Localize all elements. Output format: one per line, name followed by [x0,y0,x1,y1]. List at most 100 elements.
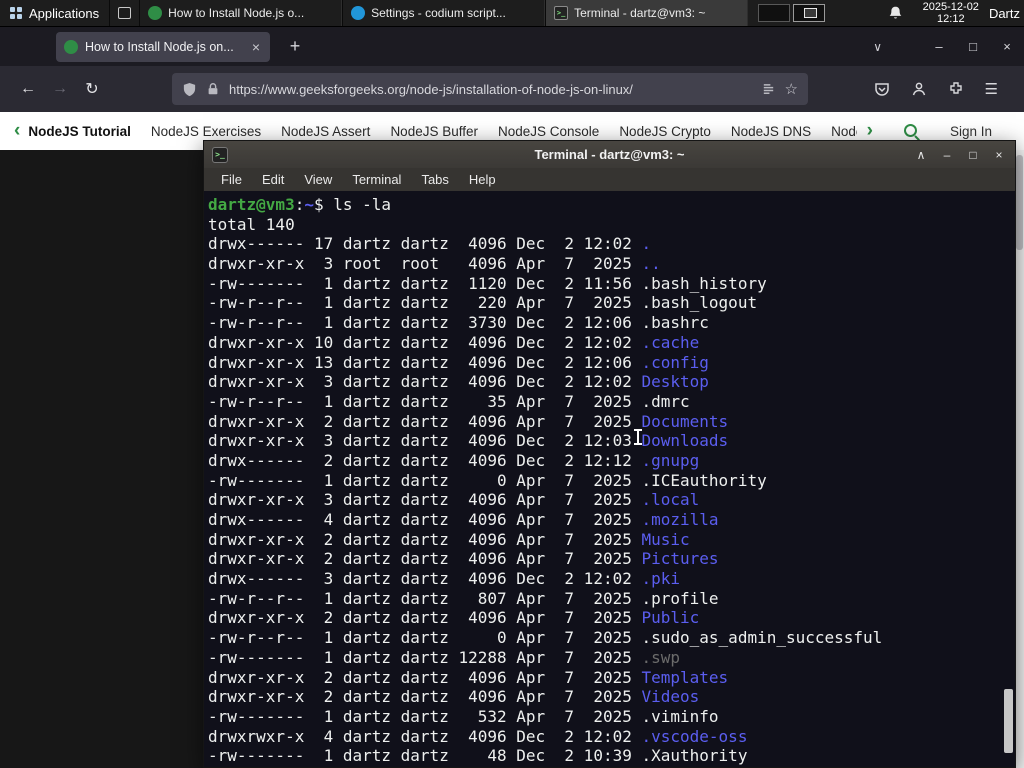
site-nav-item[interactable]: NodeJS DNS [731,124,811,139]
site-nav-right: › Sign In [867,120,1010,142]
panel-spacer [825,0,878,26]
terminal-ls-row: drwxr-xr-x 3 root root 4096 Apr 7 2025 .… [208,254,661,274]
extensions-puzzle-icon[interactable] [948,81,964,97]
applications-label: Applications [29,5,100,21]
terminal-ls-row: -rw-r--r-- 1 dartz dartz 0 Apr 7 2025 .s… [208,628,883,648]
list-all-tabs-icon[interactable]: ∨ [873,40,882,54]
reader-view-icon[interactable] [761,82,776,97]
account-icon[interactable] [911,81,927,97]
terminal-ls-row: -rw-r--r-- 1 dartz dartz 35 Apr 7 2025 .… [208,391,690,411]
terminal-ls-row: drwxr-xr-x 2 dartz dartz 4096 Apr 7 2025… [208,667,729,687]
browser-toolbar: ← → ↻ https://www.geeksforgeeks.org/node… [0,66,1024,112]
tab-close-icon[interactable]: × [250,39,262,55]
workspace-2[interactable] [793,4,826,22]
terminal-ls-row: -rw-r--r-- 1 dartz dartz 220 Apr 7 2025 … [208,293,758,313]
page-scrollbar-thumb[interactable] [1016,155,1023,250]
site-nav-next-icon[interactable]: › [867,120,873,142]
site-nav-item[interactable]: NodeJS Crypto [619,124,711,139]
site-nav-item[interactable]: NodeJS Console [498,124,599,139]
terminal-total-line: total 140 [208,214,295,234]
window-maximize-button[interactable]: □ [956,39,990,54]
taskbar-button-label: Terminal - dartz@vm3: ~ [574,6,706,20]
workspace-window-preview [804,8,818,18]
menu-hamburger-icon[interactable]: ☰ [985,80,998,98]
workspace-pager[interactable] [758,0,826,26]
reload-button[interactable]: ↻ [76,79,108,99]
sign-in-button[interactable]: Sign In [950,124,992,139]
panel-clock[interactable]: 2025-12-02 12:12 [913,1,989,25]
terminal-ls-row: drwxr-xr-x 3 dartz dartz 4096 Dec 2 12:0… [208,431,729,451]
terminal-close-button[interactable]: × [991,148,1007,162]
terminal-ls-row: -rw-r--r-- 1 dartz dartz 3730 Dec 2 12:0… [208,313,709,333]
workspace-1[interactable] [758,4,791,22]
terminal-window: >_ Terminal - dartz@vm3: ~ ∧ – □ × File E… [203,140,1016,768]
show-desktop-icon [118,7,132,19]
terminal-ls-row: drwx------ 17 dartz dartz 4096 Dec 2 12:… [208,234,652,254]
bell-icon [889,6,902,19]
back-button[interactable]: ← [12,80,44,98]
taskbar: How to Install Node.js o... Settings - co… [139,0,749,26]
pocket-icon[interactable] [874,81,890,97]
terminal-ls-row: drwxr-xr-x 2 dartz dartz 4096 Apr 7 2025… [208,549,719,569]
terminal-ls-row: -rw-rw-r-- 1 dartz dartz 9529 Dec 2 10:4… [208,766,1015,767]
terminal-scrollbar-thumb[interactable] [1004,689,1013,753]
padlock-icon[interactable] [206,82,220,96]
geeksforgeeks-favicon-icon [64,39,78,54]
panel-user-label[interactable]: Dartz [989,0,1024,26]
menu-file[interactable]: File [212,170,251,189]
window-minimize-button[interactable]: – [922,39,956,54]
terminal-ls-row: -rw------- 1 dartz dartz 12288 Apr 7 202… [208,647,681,667]
terminal-minimize-button[interactable]: – [939,148,955,162]
terminal-app-icon: >_ [212,146,228,163]
terminal-ls-row: drwxr-xr-x 2 dartz dartz 4096 Apr 7 2025… [208,529,690,549]
notification-bell-button[interactable] [878,0,913,26]
browser-tab[interactable]: How to Install Node.js on... × [56,31,270,62]
menu-help[interactable]: Help [460,170,505,189]
new-tab-button[interactable]: + [282,36,308,57]
url-text[interactable]: https://www.geeksforgeeks.org/node-js/in… [229,82,752,97]
terminal-icon: >_ [554,6,569,20]
terminal-prompt-line: dartz@vm3:~$ ls -la [208,195,392,214]
site-nav-item[interactable]: NodeJS Assert [281,124,370,139]
browser-tab-bar: How to Install Node.js on... × + ∨ – □ × [0,27,1024,66]
terminal-ls-row: -rw------- 1 dartz dartz 1120 Dec 2 11:5… [208,273,767,293]
taskbar-button[interactable]: Settings - codium script... [342,0,546,26]
terminal-shade-button[interactable]: ∧ [913,148,929,162]
bookmark-star-icon[interactable]: ☆ [785,80,798,98]
menu-tabs[interactable]: Tabs [412,170,457,189]
show-desktop-button[interactable] [109,0,139,26]
terminal-ls-row: drwx------ 2 dartz dartz 4096 Dec 2 12:1… [208,450,700,470]
menu-view[interactable]: View [295,170,341,189]
forward-button[interactable]: → [44,80,76,98]
page-scrollbar[interactable] [1015,150,1024,768]
site-nav-item[interactable]: Node [831,124,856,139]
taskbar-button[interactable]: >_ Terminal - dartz@vm3: ~ [545,0,749,26]
desktop: Applications How to Install Node.js o...… [0,0,1024,768]
terminal-ls-row: drwxr-xr-x 13 dartz dartz 4096 Dec 2 12:… [208,352,709,372]
terminal-ls-row: drwxrwxr-x 4 dartz dartz 4096 Dec 2 12:0… [208,726,748,746]
terminal-titlebar[interactable]: >_ Terminal - dartz@vm3: ~ ∧ – □ × [204,141,1015,168]
terminal-ls-row: drwxr-xr-x 3 dartz dartz 4096 Dec 2 12:0… [208,372,709,392]
terminal-ls-row: drwxr-xr-x 2 dartz dartz 4096 Apr 7 2025… [208,608,700,628]
terminal-content[interactable]: dartz@vm3:~$ ls -la total 140 drwx------ 1… [204,191,1015,767]
site-nav-prev-icon[interactable]: ‹ [14,120,20,142]
taskbar-button-label: Settings - codium script... [371,6,506,20]
terminal-ls-row: drwxr-xr-x 2 dartz dartz 4096 Apr 7 2025… [208,411,729,431]
applications-menu-button[interactable]: Applications [0,0,109,26]
terminal-maximize-button[interactable]: □ [965,148,981,162]
terminal-ls-row: drwxr-xr-x 10 dartz dartz 4096 Dec 2 12:… [208,332,700,352]
tracking-shield-icon[interactable] [182,82,197,97]
site-nav-item[interactable]: NodeJS Buffer [390,124,478,139]
terminal-ls-row: drwxr-xr-x 2 dartz dartz 4096 Apr 7 2025… [208,687,700,707]
site-nav-item[interactable]: NodeJS Exercises [151,124,261,139]
terminal-ls-row: -rw------- 1 dartz dartz 532 Apr 7 2025 … [208,706,719,726]
search-icon[interactable] [903,123,920,140]
taskbar-button-label: How to Install Node.js o... [168,6,305,20]
site-nav-item[interactable]: NodeJS Tutorial [28,124,131,139]
menu-edit[interactable]: Edit [253,170,293,189]
window-close-button[interactable]: × [990,39,1024,54]
taskbar-button[interactable]: How to Install Node.js o... [139,0,343,26]
terminal-ls-row: drwx------ 3 dartz dartz 4096 Dec 2 12:0… [208,569,681,589]
menu-terminal[interactable]: Terminal [343,170,410,189]
url-bar[interactable]: https://www.geeksforgeeks.org/node-js/in… [172,73,808,105]
